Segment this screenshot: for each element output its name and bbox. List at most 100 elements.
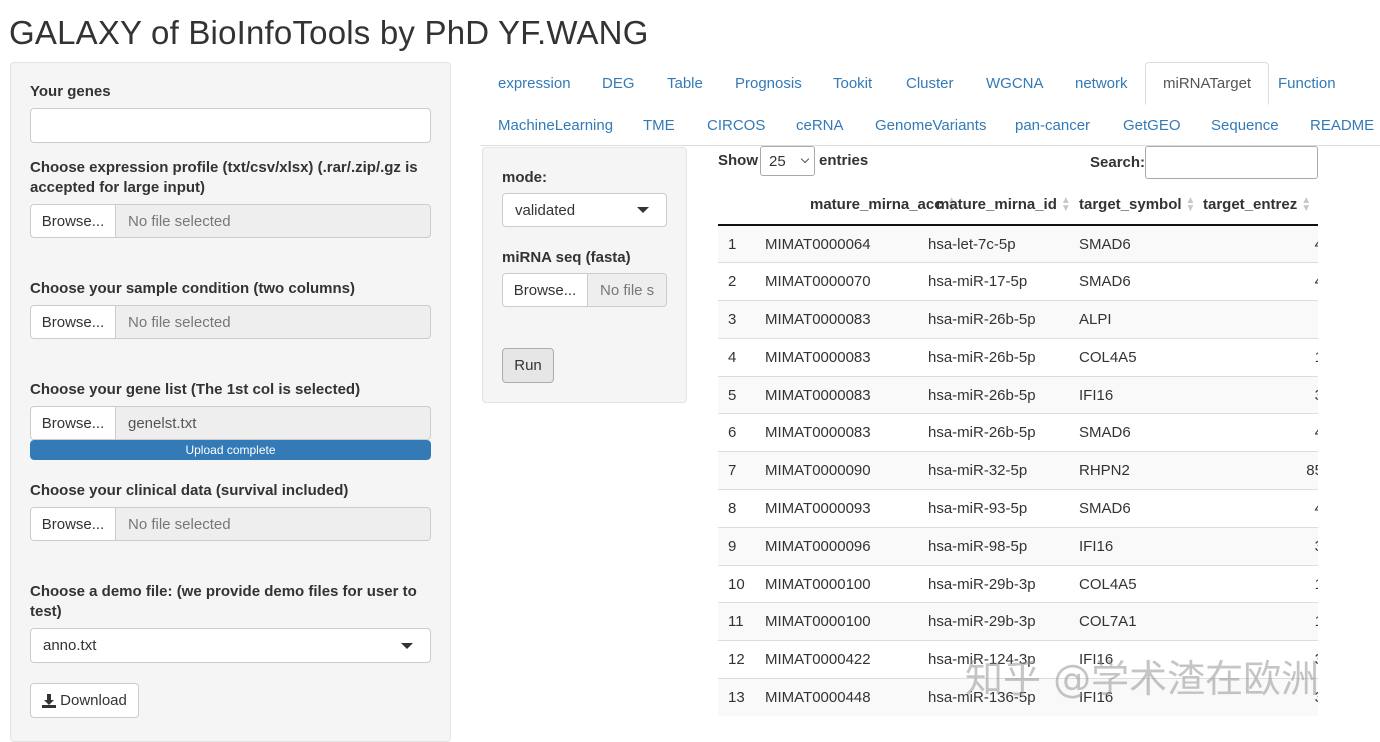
sort-icon: ▲ ▼	[1301, 195, 1312, 215]
table-row[interactable]: 3MIMAT0000083hsa-miR-26b-5pALPI248	[718, 300, 1318, 339]
column-header-target-symbol[interactable]: target_symbol ▲ ▼	[1069, 185, 1203, 226]
tab-wgcna[interactable]: WGCNA	[969, 62, 1061, 104]
clinical-file-input: Browse... No file selected	[30, 507, 431, 541]
tab-function[interactable]: Function	[1261, 62, 1353, 104]
table-cell: MIMAT0000093	[755, 489, 918, 528]
table-cell: hsa-miR-26b-5p	[918, 300, 1069, 339]
table-row[interactable]: 6MIMAT0000083hsa-miR-26b-5pSMAD64091	[718, 413, 1318, 452]
download-icon	[42, 693, 57, 708]
demo-label: Choose a demo file: (we provide demo fil…	[30, 583, 417, 620]
table-cell: IFI16	[1069, 375, 1203, 414]
tab-readme[interactable]: README	[1293, 104, 1380, 146]
sidebar-panel: Your genes Choose expression profile (tx…	[10, 62, 451, 742]
entries-length-select[interactable]: 25	[760, 146, 815, 176]
condition-label: Choose your sample condition (two column…	[30, 280, 356, 297]
table-row[interactable]: 11MIMAT0000100hsa-miR-29b-3pCOL7A11294	[718, 602, 1318, 641]
sort-icon: ▲ ▼	[1185, 195, 1196, 215]
table-cell: IFI16	[1069, 526, 1203, 566]
table-cell: hsa-miR-29b-3p	[918, 564, 1069, 603]
column-header-mature-mirna-acc[interactable]: mature_mirna_acc ▲ ▼	[755, 185, 956, 226]
app-title: GALAXY of BioInfoTools by PhD YF.WANG	[9, 14, 649, 51]
table-cell: MIMAT0000090	[755, 451, 918, 490]
tab-circos[interactable]: CIRCOS	[690, 104, 782, 146]
tab-pan-cancer[interactable]: pan-cancer	[998, 104, 1107, 146]
genelist-browse-button[interactable]: Browse...	[30, 406, 116, 440]
tab-deg[interactable]: DEG	[585, 62, 652, 104]
table-cell: hsa-miR-29b-3p	[918, 602, 1069, 641]
tab-network[interactable]: network	[1058, 62, 1145, 104]
condition-file-name: No file selected	[116, 305, 431, 339]
entries-label: entries	[819, 152, 869, 169]
table-cell: 4091	[1203, 224, 1318, 263]
table-row[interactable]: 8MIMAT0000093hsa-miR-93-5pSMAD64091	[718, 489, 1318, 528]
table-cell: 1294	[1203, 602, 1318, 641]
table-cell: 3	[718, 300, 755, 339]
upload-progress-fill: Upload complete	[30, 440, 431, 460]
table-cell: 12	[718, 640, 755, 679]
genelist-file-name: genelst.txt	[116, 406, 431, 440]
expression-file-input: Browse... No file selected	[30, 204, 431, 238]
condition-browse-button[interactable]: Browse...	[30, 305, 116, 339]
table-cell: MIMAT0000096	[755, 526, 918, 566]
table-cell: MIMAT0000083	[755, 413, 918, 452]
table-row[interactable]: 9MIMAT0000096hsa-miR-98-5pIFI163428	[718, 526, 1318, 566]
table-row[interactable]: 7MIMAT0000090hsa-miR-32-5pRHPN285415	[718, 451, 1318, 490]
caret-down-icon	[401, 642, 413, 649]
demo-select[interactable]: anno.txt	[30, 628, 431, 663]
tab-cluster[interactable]: Cluster	[889, 62, 971, 104]
table-search-input[interactable]	[1145, 146, 1318, 179]
table-cell: 9	[718, 526, 755, 566]
tab-expression[interactable]: expression	[481, 62, 588, 104]
column-header-target-entrez[interactable]: target_entrez ▲ ▼	[1203, 185, 1318, 226]
table-cell: MIMAT0000083	[755, 337, 918, 377]
tab-tookit[interactable]: Tookit	[816, 62, 889, 104]
table-row[interactable]: 5MIMAT0000083hsa-miR-26b-5pIFI163428	[718, 375, 1318, 414]
column-header-mature-mirna-id[interactable]: mature_mirna_id ▲ ▼	[918, 185, 1071, 226]
table-cell: 4	[718, 337, 755, 377]
table-row[interactable]: 10MIMAT0000100hsa-miR-29b-3pCOL4A51287	[718, 564, 1318, 603]
main-tabs: expression DEG Table Prognosis Tookit Cl…	[481, 62, 1380, 146]
table-cell: hsa-miR-98-5p	[918, 526, 1069, 566]
tab-genomevariants[interactable]: GenomeVariants	[858, 104, 1003, 146]
table-row[interactable]: 4MIMAT0000083hsa-miR-26b-5pCOL4A51287	[718, 337, 1318, 377]
genes-input[interactable]	[30, 108, 431, 143]
tab-getgeo[interactable]: GetGEO	[1106, 104, 1198, 146]
table-cell: 85415	[1203, 451, 1318, 490]
search-label: Search:	[1090, 154, 1146, 171]
table-cell: MIMAT0000448	[755, 678, 918, 717]
table-cell: hsa-miR-17-5p	[918, 262, 1069, 301]
table-row[interactable]: 1MIMAT0000064hsa-let-7c-5pSMAD64091	[718, 224, 1318, 263]
table-cell: 3428	[1203, 375, 1318, 414]
tab-mirnatarget[interactable]: miRNATarget	[1145, 62, 1270, 105]
tab-prognosis[interactable]: Prognosis	[718, 62, 819, 104]
genelist-file-input: Browse... genelst.txt	[30, 406, 431, 440]
entries-length-value: 25	[769, 152, 786, 170]
table-cell: MIMAT0000083	[755, 375, 918, 414]
download-label: Download	[60, 692, 127, 709]
run-button[interactable]: Run	[502, 348, 554, 383]
table-cell: 4091	[1203, 413, 1318, 452]
table-cell: MIMAT0000422	[755, 640, 918, 679]
expression-browse-button[interactable]: Browse...	[30, 204, 116, 238]
results-table-container: mature_mirna_acc ▲ ▼ mature_mirna_id ▲ ▼ tar…	[718, 185, 1318, 728]
tab-machinelearning[interactable]: MachineLearning	[481, 104, 630, 146]
table-cell: 7	[718, 451, 755, 490]
mirna-seq-browse-button[interactable]: Browse...	[502, 273, 588, 307]
expression-file-name: No file selected	[116, 204, 431, 238]
tab-tme[interactable]: TME	[626, 104, 692, 146]
tab-sequence[interactable]: Sequence	[1194, 104, 1296, 146]
mode-select[interactable]: validated	[502, 193, 667, 227]
table-cell: MIMAT0000064	[755, 224, 918, 263]
clinical-browse-button[interactable]: Browse...	[30, 507, 116, 541]
mirna-seq-file-input: Browse... No file s	[502, 273, 667, 307]
mirna-seq-label: miRNA seq (fasta)	[502, 249, 631, 266]
table-row[interactable]: 2MIMAT0000070hsa-miR-17-5pSMAD64091	[718, 262, 1318, 301]
table-cell: 1287	[1203, 564, 1318, 603]
tab-table[interactable]: Table	[650, 62, 720, 104]
genelist-label: Choose your gene list (The 1st col is se…	[30, 381, 361, 398]
show-label: Show	[718, 152, 758, 169]
genes-label: Your genes	[30, 83, 111, 100]
download-button[interactable]: Download	[30, 683, 139, 718]
mode-selected-value: validated	[515, 201, 576, 219]
tab-cerna[interactable]: ceRNA	[779, 104, 861, 146]
